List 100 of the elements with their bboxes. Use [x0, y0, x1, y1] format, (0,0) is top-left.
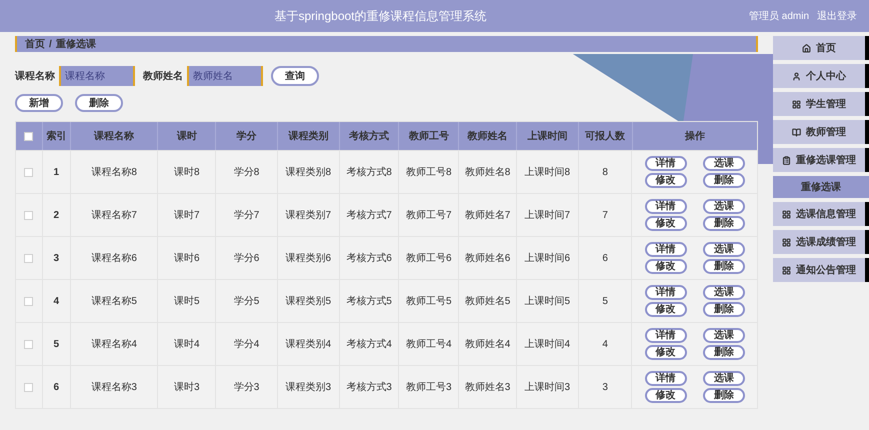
- table-cell-text: 课程名称4: [91, 338, 137, 352]
- table-cell-text: 4: [54, 294, 60, 308]
- home-icon: [802, 44, 811, 52]
- table-cell-text: 3: [602, 380, 608, 394]
- action-button[interactable]: 删除: [702, 302, 745, 317]
- action-button[interactable]: 选课: [702, 199, 745, 214]
- action-button[interactable]: 详情: [644, 285, 687, 300]
- table-cell-text: 教师工号3: [406, 380, 452, 394]
- table-cell-text: 课程类别5: [286, 294, 332, 308]
- action-button[interactable]: 详情: [644, 371, 687, 386]
- action-button[interactable]: 删除: [702, 259, 745, 274]
- action-button[interactable]: 修改: [644, 259, 687, 274]
- breadcrumb-item[interactable]: 首页: [25, 36, 45, 52]
- action-button[interactable]: 选课: [702, 371, 745, 386]
- table-cell-text: 学分4: [234, 338, 260, 352]
- sidebar-item[interactable]: 首页: [773, 36, 869, 60]
- search-field[interactable]: 教师姓名: [187, 66, 263, 86]
- checkbox[interactable]: [24, 254, 34, 262]
- user-label: 管理员 admin: [748, 10, 809, 24]
- table-cell-text: 6: [602, 252, 608, 266]
- column-header: 可报人数: [585, 130, 626, 144]
- table-cell-text: 2: [54, 208, 60, 222]
- table-cell-text: 学分3: [234, 380, 260, 394]
- table-cell-text: 上课时间4: [524, 338, 570, 352]
- column-header: 教师工号: [408, 130, 449, 144]
- book-icon: [792, 128, 801, 136]
- table-cell-text: 课程类别6: [286, 252, 332, 266]
- sidebar-item[interactable]: 学生管理: [773, 92, 869, 116]
- checkbox[interactable]: [24, 132, 34, 140]
- table-cell-text: 考核方式6: [346, 252, 392, 266]
- sidebar-item[interactable]: 通知公告管理: [773, 258, 869, 282]
- search-button[interactable]: 查询: [271, 66, 319, 86]
- table-cell-text: 考核方式5: [346, 294, 392, 308]
- table-cell-text: 教师工号6: [406, 252, 452, 266]
- table-cell-text: 学分6: [234, 252, 260, 266]
- table-cell-text: 7: [602, 208, 608, 222]
- table-cell-text: 教师工号5: [406, 294, 452, 308]
- action-button[interactable]: 详情: [644, 242, 687, 257]
- action-button[interactable]: 选课: [702, 242, 745, 257]
- table-cell-text: 课时7: [174, 208, 200, 222]
- table-cell-text: 4: [602, 338, 608, 352]
- action-button[interactable]: 删除: [702, 345, 745, 360]
- table-cell-text: 教师姓名5: [464, 294, 510, 308]
- table-cell-text: 上课时间5: [524, 294, 570, 308]
- action-button[interactable]: 选课: [702, 328, 745, 343]
- sidebar-item[interactable]: 重修选课管理: [773, 148, 869, 172]
- grid-icon: [782, 266, 791, 274]
- grid-icon: [782, 210, 791, 218]
- sidebar-item[interactable]: 个人中心: [773, 64, 869, 88]
- action-button[interactable]: 修改: [644, 302, 687, 317]
- sidebar-item[interactable]: 选课成绩管理: [773, 230, 869, 254]
- table-cell-text: 课程名称8: [91, 166, 137, 180]
- checkbox[interactable]: [24, 382, 34, 392]
- action-button[interactable]: 详情: [644, 328, 687, 343]
- app-title: 基于springboot的重修课程信息管理系统: [273, 8, 488, 25]
- column-header: 操作: [684, 130, 705, 144]
- action-button[interactable]: 删除: [702, 173, 745, 188]
- table-cell-text: 教师工号7: [406, 208, 452, 222]
- table-cell-text: 学分5: [234, 294, 260, 308]
- search-field[interactable]: 课程名称: [59, 66, 135, 86]
- field-label: 教师姓名: [143, 70, 183, 84]
- sidebar-item[interactable]: 选课信息管理: [773, 202, 869, 226]
- grid-icon: [792, 100, 801, 108]
- action-button[interactable]: 删除: [702, 388, 745, 403]
- table-cell-text: 课程名称6: [91, 252, 137, 266]
- action-button[interactable]: 修改: [644, 173, 687, 188]
- table-cell-text: 教师工号4: [406, 338, 452, 352]
- checkbox[interactable]: [24, 296, 34, 306]
- action-button[interactable]: 详情: [644, 199, 687, 214]
- table-cell-text: 课时4: [174, 338, 200, 352]
- table-cell-text: 3: [54, 252, 60, 266]
- table-cell-text: 课时3: [174, 380, 200, 394]
- column-header: 上课时间: [527, 130, 568, 144]
- table-cell-text: 教师姓名4: [464, 338, 510, 352]
- table-cell-text: 课程名称3: [91, 380, 137, 394]
- checkbox[interactable]: [24, 168, 34, 176]
- action-button[interactable]: 详情: [644, 156, 687, 171]
- table-cell-text: 课程类别4: [286, 338, 332, 352]
- table-cell-text: 6: [54, 380, 60, 394]
- breadcrumb-separator: /: [49, 38, 52, 52]
- sidebar-subitem[interactable]: 重修选课: [773, 176, 869, 198]
- sidebar-item[interactable]: 教师管理: [773, 120, 869, 144]
- table-cell-text: 课程类别7: [286, 208, 332, 222]
- action-button[interactable]: 修改: [644, 216, 687, 231]
- field-label: 课程名称: [15, 70, 55, 84]
- delete-button[interactable]: 删除: [75, 94, 123, 112]
- add-button[interactable]: 新增: [15, 94, 63, 112]
- table-cell-text: 上课时间7: [524, 208, 570, 222]
- action-button[interactable]: 修改: [644, 345, 687, 360]
- checkbox[interactable]: [24, 340, 34, 348]
- action-button[interactable]: 选课: [702, 156, 745, 171]
- action-button[interactable]: 修改: [644, 388, 687, 403]
- action-button[interactable]: 选课: [702, 285, 745, 300]
- action-button[interactable]: 删除: [702, 216, 745, 231]
- column-header: 课程类别: [288, 130, 328, 144]
- table-cell-text: 考核方式8: [346, 166, 392, 180]
- checkbox[interactable]: [24, 210, 34, 220]
- table-cell-text: 课程名称7: [91, 208, 137, 222]
- table-cell-text: 8: [602, 166, 608, 180]
- table-cell-text: 1: [54, 166, 60, 180]
